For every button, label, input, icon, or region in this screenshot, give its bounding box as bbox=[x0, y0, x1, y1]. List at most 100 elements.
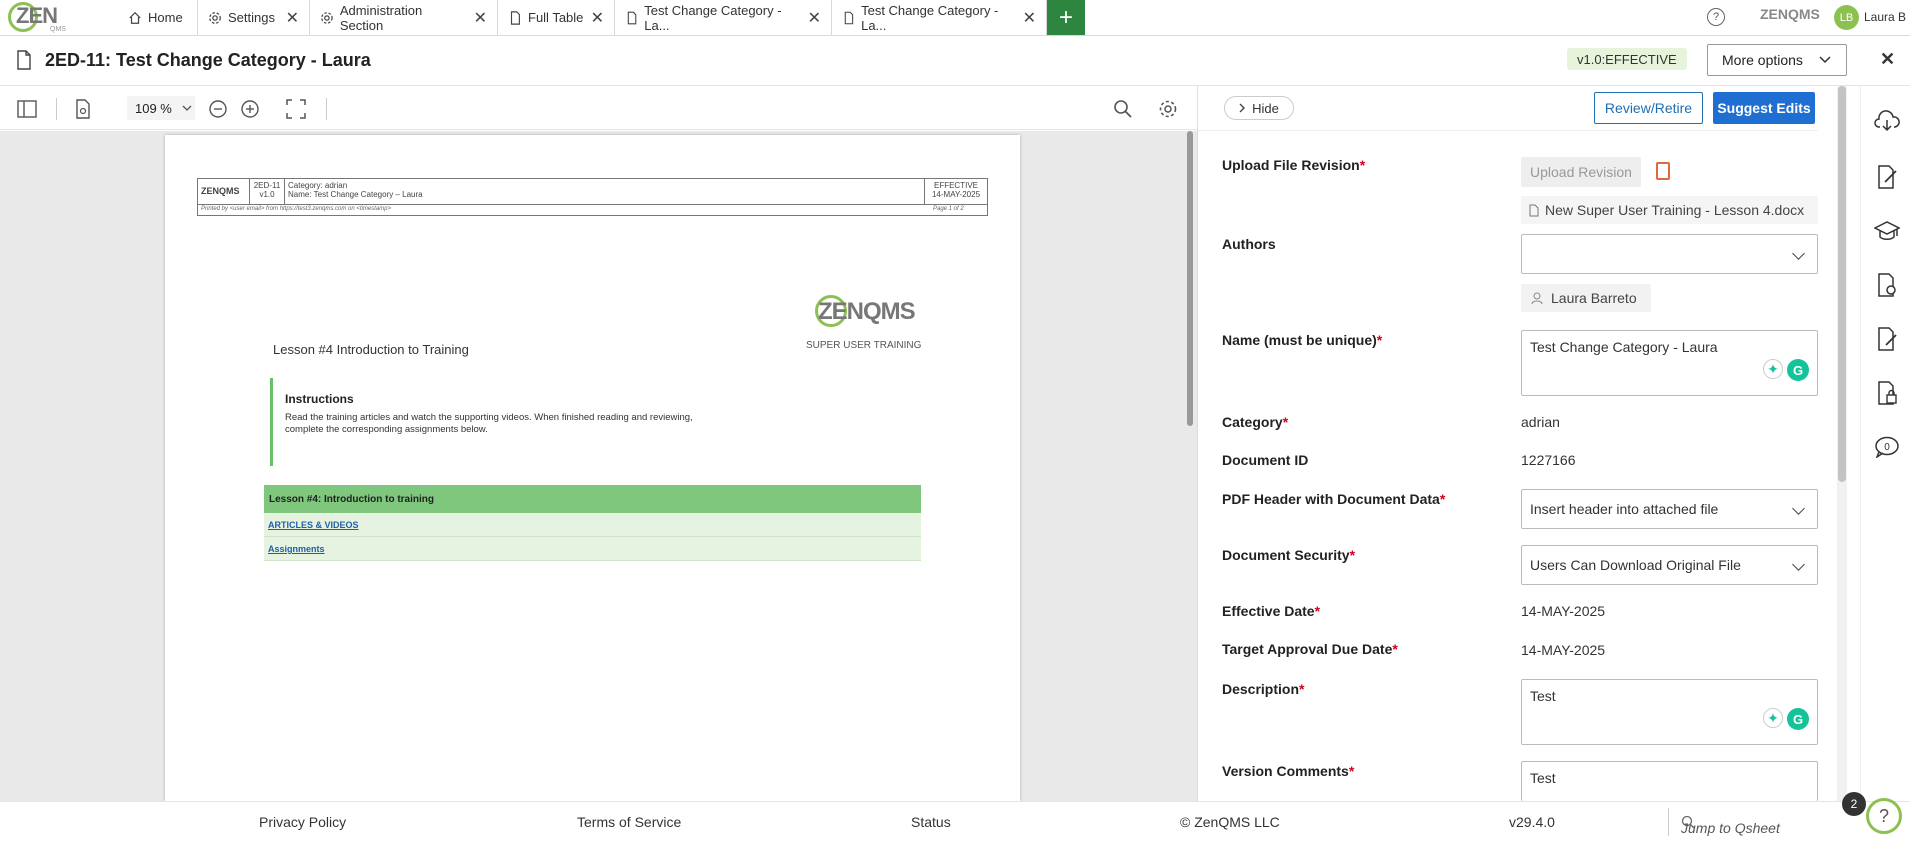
close-icon[interactable]: ✕ bbox=[808, 8, 821, 28]
terms-of-service-link[interactable]: Terms of Service bbox=[577, 814, 681, 830]
grammarly-icon[interactable]: G bbox=[1787, 708, 1809, 730]
document-lock-icon[interactable] bbox=[1874, 380, 1900, 406]
document-edit-icon[interactable] bbox=[1874, 164, 1900, 190]
pdf-header-version: v1.0 bbox=[259, 190, 275, 199]
copyright-text: © ZenQMS LLC bbox=[1180, 814, 1280, 830]
document-properties-panel: Hide Review/Retire Suggest Edits Upload … bbox=[1197, 86, 1837, 801]
target-date-value: 14-MAY-2025 bbox=[1521, 642, 1606, 658]
description-field[interactable]: Test ✦ G bbox=[1521, 679, 1818, 745]
comment-icon[interactable]: 0 bbox=[1874, 434, 1900, 460]
tab-label: Home bbox=[148, 10, 183, 25]
review-retire-button[interactable]: Review/Retire bbox=[1594, 92, 1703, 124]
field-label: Target Approval Due Date bbox=[1222, 641, 1393, 657]
close-icon[interactable]: ✕ bbox=[286, 8, 299, 28]
suggest-edits-button[interactable]: Suggest Edits bbox=[1713, 92, 1815, 124]
user-name[interactable]: Laura B bbox=[1864, 10, 1906, 24]
version-comments-label: Version Comments* bbox=[1222, 763, 1354, 779]
jump-to-qsheet-input[interactable]: Jump to Qsheet bbox=[1668, 808, 1853, 836]
grammarly-widget[interactable]: ✦ G bbox=[1763, 359, 1809, 381]
document-security-label: Document Security* bbox=[1222, 547, 1355, 563]
document-link-icon[interactable] bbox=[1874, 272, 1900, 298]
author-name: Laura Barreto bbox=[1551, 290, 1637, 306]
required-marker: * bbox=[1282, 414, 1289, 430]
tab-document-active[interactable]: Test Change Category - La... ✕ bbox=[832, 0, 1047, 35]
tab-full-table[interactable]: Full Table ✕ bbox=[498, 0, 615, 35]
page-title: 2ED-11: Test Change Category - Laura bbox=[45, 50, 371, 70]
new-tab-button[interactable]: + bbox=[1047, 0, 1085, 35]
tab-label: Full Table bbox=[528, 10, 584, 25]
lightbulb-icon[interactable]: ✦ bbox=[1763, 359, 1783, 379]
tab-settings[interactable]: Settings ✕ bbox=[198, 0, 310, 35]
name-field-value: Test Change Category - Laura bbox=[1530, 339, 1718, 355]
avatar[interactable]: LB bbox=[1834, 5, 1859, 30]
grammarly-icon[interactable]: G bbox=[1787, 359, 1809, 381]
assignments-link[interactable]: Assignments bbox=[268, 544, 325, 554]
required-marker: * bbox=[1376, 332, 1383, 348]
cloud-download-icon[interactable] bbox=[1874, 108, 1900, 134]
zenqms-logo[interactable]: ZEN QMS bbox=[8, 2, 88, 34]
zoom-select[interactable]: 109 % bbox=[127, 96, 195, 120]
pdf-header-docid: 2ED-11 bbox=[253, 181, 281, 190]
required-marker: * bbox=[1299, 681, 1305, 697]
articles-videos-link[interactable]: ARTICLES & VIDEOS bbox=[268, 520, 359, 530]
pdf-page: ZENQMS 2ED-11 v1.0 Category: adrian Name… bbox=[165, 135, 1020, 801]
pdf-header-name: Name: Test Change Category – Laura bbox=[288, 190, 423, 199]
document-sign-icon[interactable] bbox=[1874, 326, 1900, 352]
close-document-button[interactable]: ✕ bbox=[1880, 49, 1895, 70]
pdf-brand-logo: ZENQMS bbox=[818, 298, 916, 325]
page-view-icon[interactable] bbox=[72, 98, 94, 120]
privacy-policy-link[interactable]: Privacy Policy bbox=[259, 814, 346, 830]
fullscreen-icon[interactable] bbox=[285, 98, 307, 120]
category-label: Category* bbox=[1222, 414, 1288, 430]
comment-count: 0 bbox=[1884, 442, 1890, 453]
required-marker: * bbox=[1348, 763, 1355, 779]
zoom-out-icon[interactable] bbox=[207, 98, 229, 120]
version-comments-field[interactable]: Test bbox=[1521, 761, 1818, 801]
more-options-button[interactable]: More options bbox=[1707, 44, 1847, 76]
author-chip[interactable]: Laura Barreto bbox=[1521, 284, 1651, 312]
document-viewer[interactable]: ZENQMS 2ED-11 v1.0 Category: adrian Name… bbox=[0, 131, 1197, 801]
zoom-value: 109 % bbox=[135, 100, 172, 116]
pdf-header-row: ZENQMS 2ED-11 v1.0 Category: adrian Name… bbox=[198, 179, 987, 205]
document-icon bbox=[1529, 204, 1539, 216]
hide-panel-button[interactable]: Hide bbox=[1224, 96, 1294, 120]
zoom-in-icon[interactable] bbox=[239, 98, 261, 120]
upload-file-label: Upload File Revision* bbox=[1222, 157, 1365, 173]
grammarly-widget[interactable]: ✦ G bbox=[1763, 708, 1809, 730]
office-icon[interactable] bbox=[1656, 162, 1670, 180]
viewer-scrollbar[interactable] bbox=[1187, 131, 1193, 426]
close-icon[interactable]: ✕ bbox=[474, 8, 487, 28]
authors-select[interactable] bbox=[1521, 234, 1818, 274]
status-link[interactable]: Status bbox=[911, 814, 951, 830]
pdf-header-printed-by: Printed by <user email> from https://tes… bbox=[201, 206, 392, 212]
panel-scrollbar[interactable] bbox=[1838, 86, 1846, 482]
graduation-cap-icon[interactable] bbox=[1874, 218, 1900, 244]
instructions-title: Instructions bbox=[285, 392, 354, 406]
pdf-header-select[interactable]: Insert header into attached file bbox=[1521, 489, 1818, 529]
close-icon[interactable]: ✕ bbox=[591, 8, 604, 28]
tab-home[interactable]: Home bbox=[118, 0, 198, 35]
document-id-value: 1227166 bbox=[1521, 452, 1576, 468]
gear-icon[interactable] bbox=[1157, 98, 1179, 120]
attached-file[interactable]: New Super User Training - Lesson 4.docx bbox=[1521, 196, 1818, 224]
pdf-header-info-cell: Category: adrian Name: Test Change Categ… bbox=[285, 179, 925, 205]
upload-revision-button[interactable]: Upload Revision bbox=[1521, 157, 1641, 187]
sidebar-toggle-icon[interactable] bbox=[16, 98, 38, 120]
viewer-toolbar: 109 % bbox=[0, 86, 1197, 130]
lightbulb-icon[interactable]: ✦ bbox=[1763, 708, 1783, 728]
field-label: Category bbox=[1222, 414, 1283, 430]
close-icon[interactable]: ✕ bbox=[1023, 8, 1036, 28]
help-icon[interactable]: ? bbox=[1707, 8, 1725, 26]
help-chat-icon[interactable]: ? bbox=[1866, 798, 1902, 834]
instructions-box: Instructions Read the training articles … bbox=[270, 378, 730, 466]
tab-document[interactable]: Test Change Category - La... ✕ bbox=[615, 0, 832, 35]
pdf-header-category: Category: adrian bbox=[288, 181, 348, 190]
tab-administration[interactable]: Administration Section ✕ bbox=[310, 0, 498, 35]
notification-badge[interactable]: 2 bbox=[1842, 792, 1866, 816]
search-icon[interactable] bbox=[1112, 98, 1134, 120]
name-field[interactable]: Test Change Category - Laura ✦ G bbox=[1521, 330, 1818, 396]
gear-icon bbox=[321, 11, 333, 24]
toolbar-divider bbox=[56, 98, 57, 120]
field-label: Effective Date bbox=[1222, 603, 1315, 619]
document-security-select[interactable]: Users Can Download Original File bbox=[1521, 545, 1818, 585]
